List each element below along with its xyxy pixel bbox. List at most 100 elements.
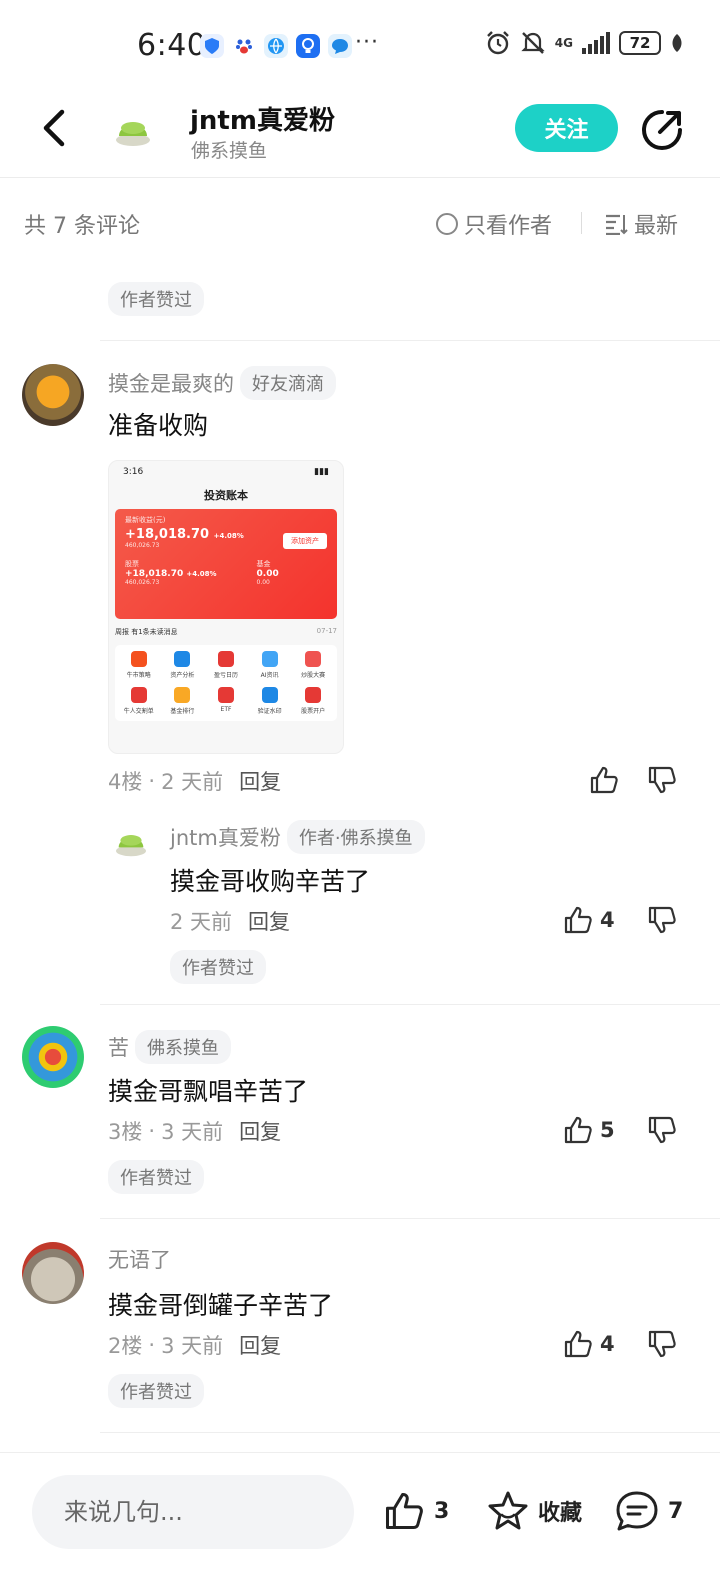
battery-indicator: 72 [619, 31, 661, 55]
alarm-icon [486, 31, 509, 55]
mini-grid-item: AI资讯 [248, 651, 292, 679]
mini-grid-icon [261, 651, 278, 667]
comment-text: 摸金哥收购辛苦了 [170, 867, 371, 896]
more-notifications-icon: ··· [355, 30, 379, 55]
favorite-button[interactable]: 收藏 [486, 1489, 582, 1533]
bottom-bar: 来说几句... 3 收藏 7 [0, 1452, 720, 1584]
mini-grid-icon [305, 651, 322, 667]
thumbs-down-icon[interactable] [646, 1328, 678, 1360]
author-liked-tag: 作者赞过 [108, 1160, 204, 1194]
network-type: 4G [554, 36, 573, 50]
comment-meta: 3楼 · 3 天前 回复 [108, 1116, 281, 1146]
user-badge: 佛系摸鱼 [135, 1030, 231, 1064]
author-liked-tag: 作者赞过 [108, 1374, 204, 1408]
author-only-toggle[interactable]: 只看作者 [436, 208, 552, 240]
status-right: 4G 72 [485, 30, 684, 56]
sort-label: 最新 [634, 214, 679, 239]
star-icon [488, 1491, 528, 1530]
sort-icon [606, 214, 628, 235]
author-avatar[interactable] [108, 106, 158, 156]
comment-text: 摸金哥飘唱辛苦了 [108, 1077, 309, 1106]
divider [100, 340, 720, 341]
leaf-icon [672, 34, 682, 52]
mini-grid-icon [217, 687, 234, 703]
mini-grid-icon [174, 651, 191, 667]
status-bar: 6:40 ··· 4G 72 [0, 0, 720, 92]
chat-bubble-icon [328, 34, 352, 58]
mini-grid-item: ETF [204, 687, 248, 715]
signal-icon [582, 32, 610, 54]
bulb-icon [296, 34, 320, 58]
reply-button[interactable]: 回复 [239, 1330, 281, 1360]
mini-grid-icon [130, 651, 147, 667]
share-icon[interactable] [638, 106, 686, 154]
thumbs-up-icon [590, 766, 618, 794]
mini-grid-item: 资产分析 [161, 651, 205, 679]
comment-input[interactable]: 来说几句... [32, 1475, 354, 1549]
mini-grid-item: 炒股大赛 [291, 651, 335, 679]
mini-grid-icon [130, 687, 147, 703]
sort-toggle[interactable]: 最新 [604, 208, 678, 240]
reply-button[interactable]: 回复 [239, 1116, 281, 1146]
globe-icon [264, 34, 288, 58]
avatar[interactable] [106, 818, 156, 868]
mini-grid-icon [217, 651, 234, 667]
mini-grid-icon [305, 687, 322, 703]
mini-grid-icon [174, 687, 191, 703]
mini-earnings-card: 最新收益(元) +18,018.70 +4.08% 460,026.73 添加资… [115, 509, 337, 619]
thumbs-up-icon [385, 1492, 423, 1530]
author-only-label: 只看作者 [464, 214, 553, 239]
like-post-button[interactable]: 3 [382, 1489, 449, 1533]
author-liked-tag: 作者赞过 [108, 282, 204, 316]
comments-header: 共 7 条评论 只看作者 最新 [0, 196, 720, 252]
like-button[interactable] [588, 764, 626, 796]
comment-username[interactable]: 摸金是最爽的 好友滴滴 [108, 366, 336, 400]
thumbs-up-icon [564, 1330, 592, 1358]
mini-grid-item: 牛市策略 [117, 651, 161, 679]
mini-title: 投资账本 [204, 489, 248, 502]
like-button[interactable]: 4 [562, 904, 615, 936]
comment-icon [616, 1491, 658, 1531]
divider [100, 1004, 720, 1005]
avatar[interactable] [22, 1242, 84, 1304]
comment-username[interactable]: 无语了 [108, 1244, 171, 1274]
comment-count: 共 7 条评论 [24, 214, 140, 239]
like-button[interactable]: 5 [562, 1114, 615, 1146]
status-time: 6:40 [137, 28, 207, 63]
paw-icon [232, 34, 256, 58]
avatar[interactable] [22, 364, 84, 426]
thumbs-down-icon[interactable] [646, 764, 678, 796]
user-badge: 好友滴滴 [240, 366, 336, 400]
comment-meta: 4楼 · 2 天前 回复 [108, 766, 281, 796]
comment-username[interactable]: 苦 佛系摸鱼 [108, 1030, 231, 1064]
reply-button[interactable]: 回复 [248, 906, 290, 936]
mini-grid-item: 股票开户 [291, 687, 335, 715]
comment-text: 准备收购 [108, 411, 209, 440]
radio-icon [436, 213, 458, 235]
divider [100, 1218, 720, 1219]
mini-grid: 牛市策略 资产分析 盈亏日历 AI资讯 炒股大赛 牛人交割单 基金排行 ETF 验证水印 股票开户 [115, 645, 337, 721]
comment-image[interactable]: 3:16 ▮▮▮ 投资账本 最新收益(元) +18,018.70 +4.08% 4… [108, 460, 344, 754]
comment-username[interactable]: jntm真爱粉 作者·佛系摸鱼 [170, 820, 425, 854]
status-notification-icons [200, 34, 352, 58]
author-subtitle: 佛系摸鱼 [191, 140, 268, 162]
thumbs-down-icon[interactable] [646, 904, 678, 936]
comment-meta: 2 天前 回复 [170, 906, 290, 936]
reply-button[interactable]: 回复 [239, 766, 281, 796]
thumbs-down-icon[interactable] [646, 1114, 678, 1146]
avatar[interactable] [22, 1026, 84, 1088]
follow-button[interactable]: 关注 [515, 104, 618, 152]
author-name[interactable]: jntm真爱粉 [190, 100, 335, 137]
comment-meta: 2楼 · 3 天前 回复 [108, 1330, 281, 1360]
like-button[interactable]: 4 [562, 1328, 615, 1360]
author-liked-tag: 作者赞过 [170, 950, 266, 984]
mini-grid-item: 验证水印 [248, 687, 292, 715]
mini-grid-item: 盈亏日历 [204, 651, 248, 679]
comment-text: 摸金哥倒罐子辛苦了 [108, 1291, 334, 1320]
divider [581, 212, 582, 234]
comments-button[interactable]: 7 [614, 1489, 683, 1533]
back-arrow-icon[interactable] [36, 106, 76, 150]
thumbs-up-icon [564, 906, 592, 934]
thumbs-up-icon [564, 1116, 592, 1144]
mini-grid-item: 牛人交割单 [117, 687, 161, 715]
